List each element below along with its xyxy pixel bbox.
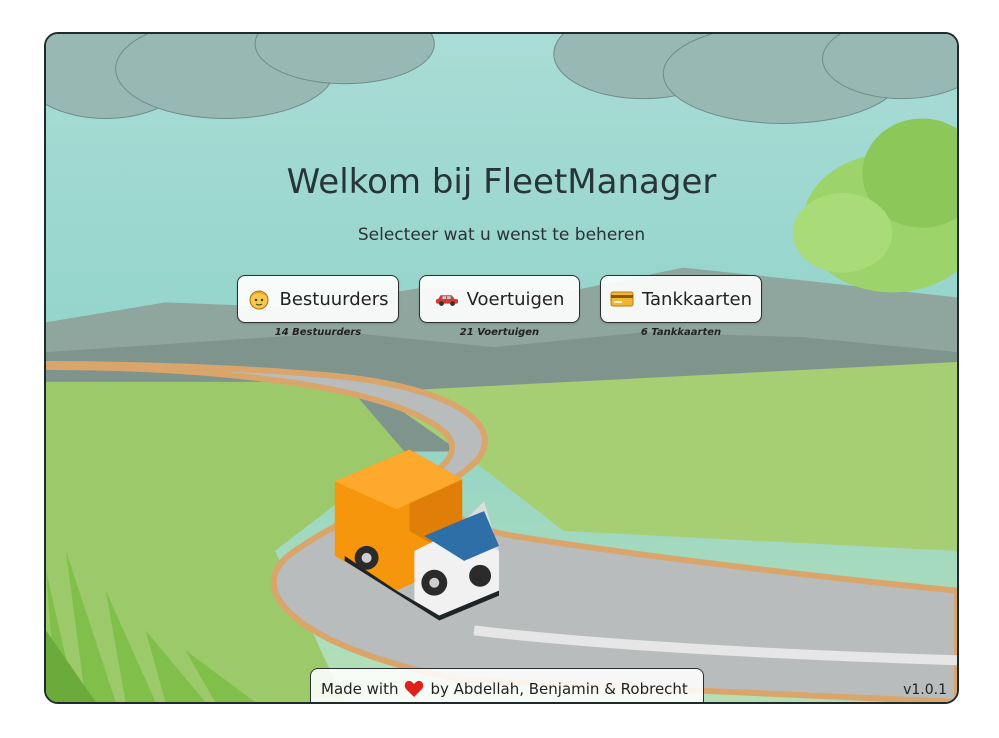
fuel-card-icon <box>610 287 634 311</box>
page-subtitle: Selecteer wat u wenst te beheren <box>357 225 646 245</box>
footer-made-with: Made with <box>321 679 399 698</box>
footer-authors: by Abdellah, Benjamin & Robrecht <box>430 679 688 698</box>
drivers-count: 14 Bestuurders <box>274 327 362 338</box>
vehicles-button[interactable]: Voertuigen <box>419 275 580 323</box>
vehicles-button-label: Voertuigen <box>466 288 565 310</box>
fuel-cards-button[interactable]: Tankkaarten <box>600 275 762 323</box>
fuel-cards-button-label: Tankkaarten <box>642 288 752 310</box>
fuel-cards-count: 6 Tankkaarten <box>640 327 722 338</box>
footer-credits: Made with by Abdellah, Benjamin & Robrec… <box>310 668 704 702</box>
drivers-button[interactable]: Bestuurders <box>237 275 399 323</box>
car-icon <box>435 287 459 311</box>
navigation-buttons: Bestuurders Voertuigen Tankkaarten 14 Be… <box>46 275 957 345</box>
vehicles-count: 21 Voertuigen <box>459 327 540 338</box>
driver-face-icon <box>247 287 271 311</box>
drivers-button-label: Bestuurders <box>279 288 389 310</box>
page-title: Welkom bij FleetManager <box>286 162 717 202</box>
app-frame: Welkom bij FleetManager Selecteer wat u … <box>44 32 959 704</box>
version-label: v1.0.1 <box>903 682 947 698</box>
heart-icon <box>404 680 424 698</box>
background-illustration <box>46 34 957 702</box>
